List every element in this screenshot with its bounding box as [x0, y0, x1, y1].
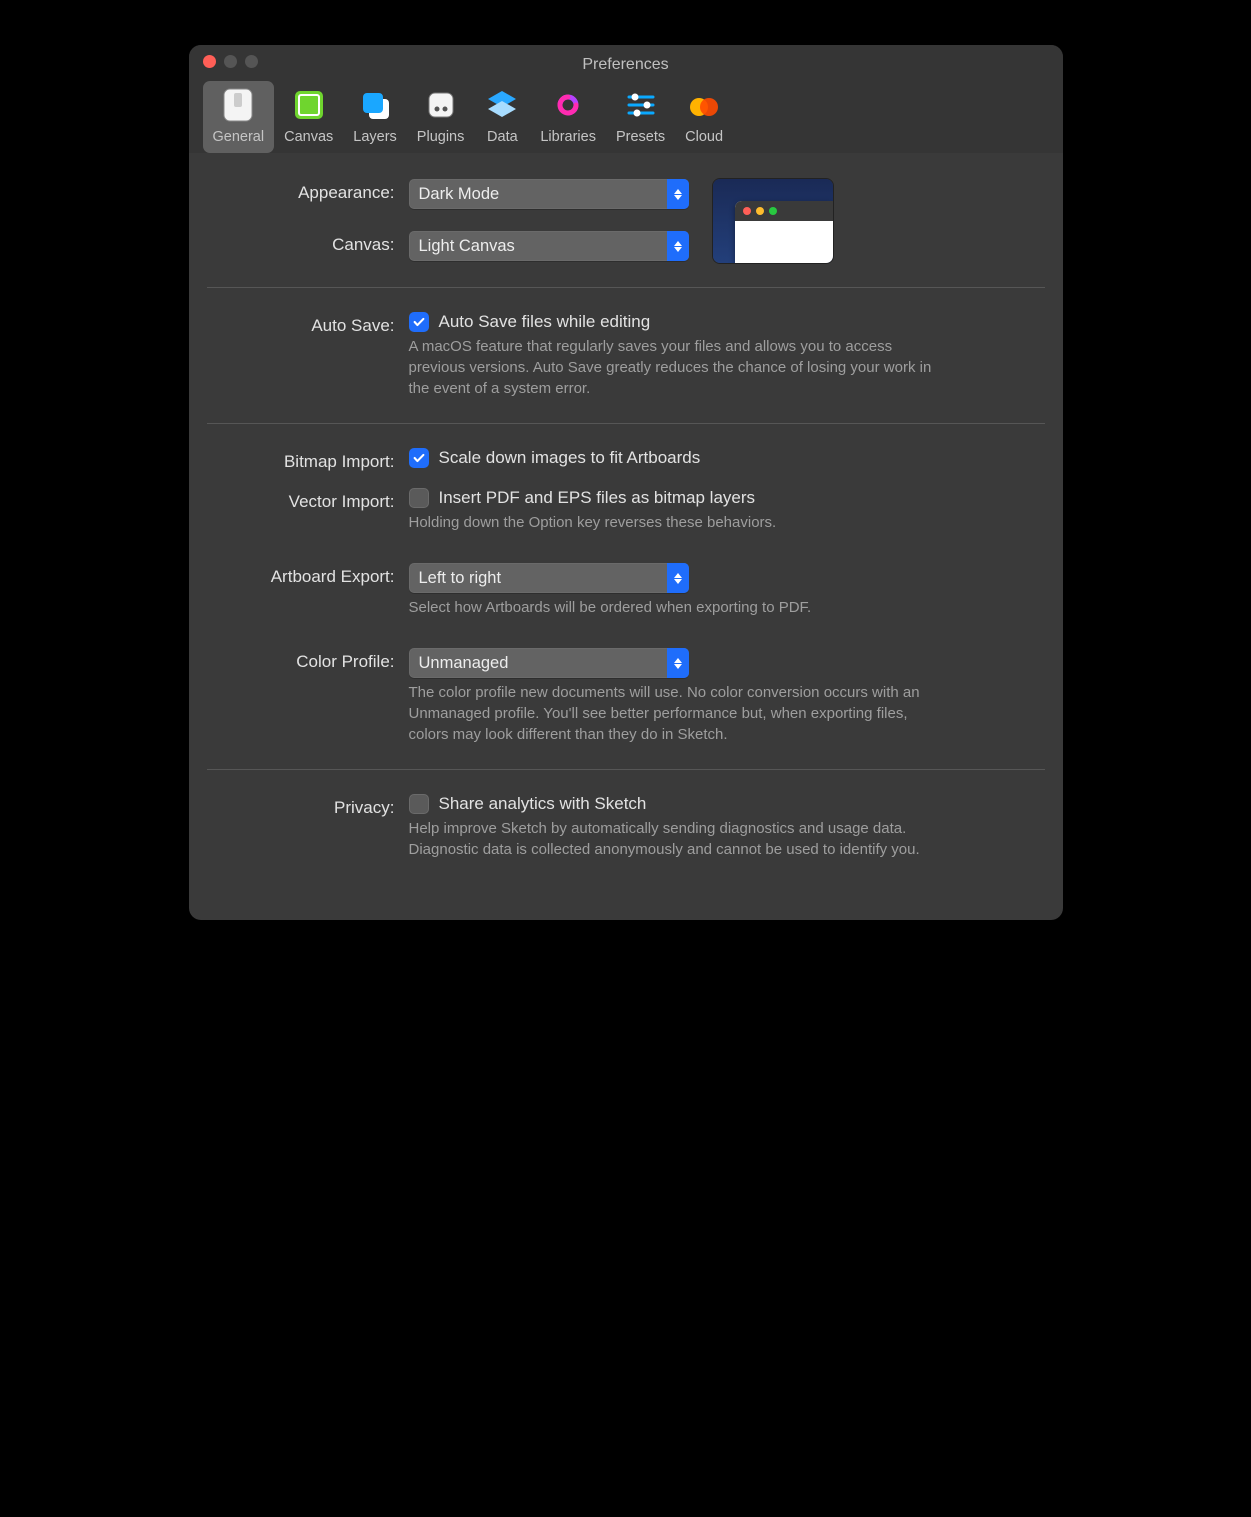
divider	[207, 287, 1045, 288]
color-profile-value: Unmanaged	[419, 654, 509, 673]
tab-label: Presets	[616, 129, 665, 145]
vector-import-checkbox-label: Insert PDF and EPS files as bitmap layer…	[439, 488, 756, 508]
select-arrows-icon	[667, 648, 689, 678]
privacy-checkbox[interactable]: Share analytics with Sketch	[409, 794, 1045, 814]
plugins-icon	[423, 87, 459, 123]
preferences-window: Preferences General Canvas Layers	[189, 45, 1063, 920]
privacy-checkbox-label: Share analytics with Sketch	[439, 794, 647, 814]
close-window-button[interactable]	[203, 55, 216, 68]
bitmap-import-checkbox-label: Scale down images to fit Artboards	[439, 448, 701, 468]
divider	[207, 769, 1045, 770]
tab-data[interactable]: Data	[474, 81, 530, 153]
preferences-toolbar: General Canvas Layers Plugins	[203, 75, 1049, 153]
artboard-export-hint: Select how Artboards will be ordered whe…	[409, 597, 949, 618]
tab-label: Libraries	[540, 129, 596, 145]
minimize-window-button[interactable]	[224, 55, 237, 68]
vector-import-label: Vector Import:	[207, 488, 395, 512]
tab-label: Plugins	[417, 129, 465, 145]
color-profile-label: Color Profile:	[207, 648, 395, 672]
bitmap-import-label: Bitmap Import:	[207, 448, 395, 472]
tab-general[interactable]: General	[203, 81, 275, 153]
canvas-value: Light Canvas	[419, 237, 515, 256]
tab-canvas[interactable]: Canvas	[274, 81, 343, 153]
tab-label: Layers	[353, 129, 397, 145]
tab-label: Cloud	[685, 129, 723, 145]
auto-save-label: Auto Save:	[207, 312, 395, 336]
color-profile-select[interactable]: Unmanaged	[409, 648, 689, 678]
auto-save-hint: A macOS feature that regularly saves you…	[409, 336, 949, 399]
general-icon	[220, 87, 256, 123]
privacy-hint: Help improve Sketch by automatically sen…	[409, 818, 949, 860]
tab-label: Data	[487, 129, 518, 145]
artboard-export-select[interactable]: Left to right	[409, 563, 689, 593]
zoom-window-button[interactable]	[245, 55, 258, 68]
preferences-body: Appearance: Dark Mode Canvas: Light Canv…	[189, 153, 1063, 920]
auto-save-checkbox[interactable]: Auto Save files while editing	[409, 312, 1045, 332]
tab-presets[interactable]: Presets	[606, 81, 675, 153]
auto-save-checkbox-label: Auto Save files while editing	[439, 312, 651, 332]
select-arrows-icon	[667, 563, 689, 593]
bitmap-import-checkbox[interactable]: Scale down images to fit Artboards	[409, 448, 1045, 468]
window-title: Preferences	[203, 56, 1049, 74]
canvas-select[interactable]: Light Canvas	[409, 231, 689, 261]
appearance-label: Appearance:	[207, 179, 395, 203]
import-hint: Holding down the Option key reverses the…	[409, 512, 949, 533]
artboard-export-label: Artboard Export:	[207, 563, 395, 587]
appearance-value: Dark Mode	[419, 185, 500, 204]
titlebar: Preferences General Canvas Layers	[189, 45, 1063, 153]
checkbox-checked-icon	[409, 312, 429, 332]
presets-icon	[623, 87, 659, 123]
libraries-icon	[550, 87, 586, 123]
appearance-preview	[713, 179, 833, 263]
canvas-label: Canvas:	[207, 231, 395, 255]
tab-cloud[interactable]: Cloud	[675, 81, 733, 153]
tab-plugins[interactable]: Plugins	[407, 81, 475, 153]
layers-icon	[357, 87, 393, 123]
tab-libraries[interactable]: Libraries	[530, 81, 606, 153]
color-profile-hint: The color profile new documents will use…	[409, 682, 949, 745]
cloud-icon	[686, 87, 722, 123]
privacy-label: Privacy:	[207, 794, 395, 818]
vector-import-checkbox[interactable]: Insert PDF and EPS files as bitmap layer…	[409, 488, 1045, 508]
tab-label: Canvas	[284, 129, 333, 145]
select-arrows-icon	[667, 179, 689, 209]
tab-label: General	[213, 129, 265, 145]
data-icon	[484, 87, 520, 123]
checkbox-unchecked-icon	[409, 488, 429, 508]
tab-layers[interactable]: Layers	[343, 81, 407, 153]
checkbox-unchecked-icon	[409, 794, 429, 814]
select-arrows-icon	[667, 231, 689, 261]
appearance-select[interactable]: Dark Mode	[409, 179, 689, 209]
divider	[207, 423, 1045, 424]
window-controls	[203, 55, 258, 68]
checkbox-checked-icon	[409, 448, 429, 468]
canvas-icon	[291, 87, 327, 123]
artboard-export-value: Left to right	[419, 569, 502, 588]
